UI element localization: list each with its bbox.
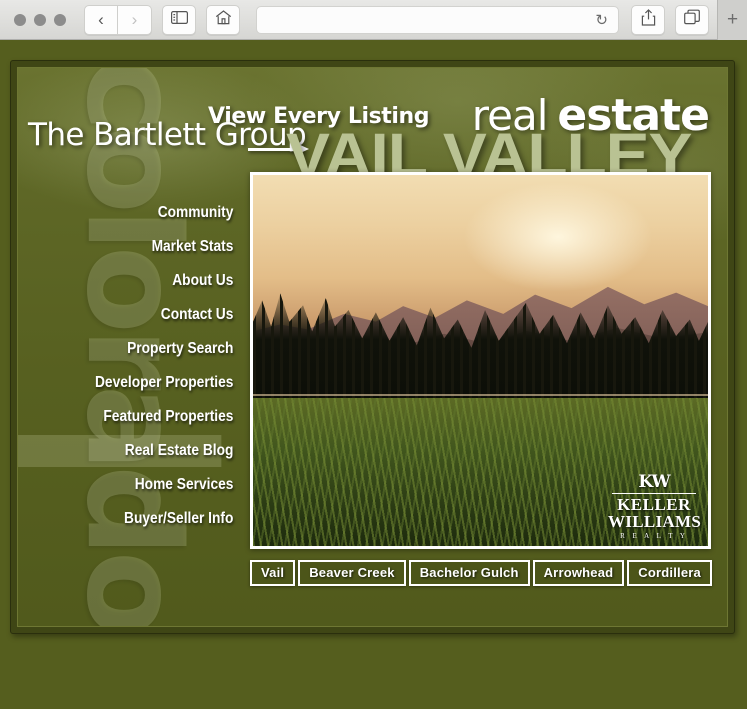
nav-item-buyer-seller-info[interactable]: Buyer/Seller Info — [49, 502, 242, 536]
reload-icon[interactable]: ↻ — [595, 11, 608, 29]
tabs-icon — [684, 9, 700, 30]
sidebar-icon — [170, 10, 188, 29]
back-button[interactable]: ‹ — [84, 4, 118, 35]
share-button[interactable] — [631, 4, 665, 35]
area-button-beaver-creek[interactable]: Beaver Creek — [298, 560, 406, 586]
area-button-vail[interactable]: Vail — [250, 560, 296, 586]
nav-item-market-stats[interactable]: Market Stats — [49, 230, 242, 264]
nav-item-developer-properties[interactable]: Developer Properties — [49, 366, 242, 400]
close-window-button[interactable] — [14, 13, 26, 26]
browser-toolbar: ‹ › ↻ + — [0, 0, 747, 40]
share-icon — [641, 8, 656, 31]
kw-line-keller: KELLER — [617, 495, 691, 515]
keller-williams-logo: KW KELLER WILLIAMS R E A L T Y — [608, 472, 702, 540]
hero-photo: KW KELLER WILLIAMS R E A L T Y — [250, 172, 711, 549]
toolbar-right-buttons — [631, 4, 709, 35]
address-bar-wrapper: ↻ — [256, 5, 619, 34]
nav-item-real-estate-blog[interactable]: Real Estate Blog — [18, 434, 242, 468]
kw-line-williams: WILLIAMS — [608, 512, 702, 532]
area-button-arrowhead[interactable]: Arrowhead — [532, 560, 625, 586]
chevron-right-icon: › — [131, 10, 138, 29]
nav-item-property-search[interactable]: Property Search — [49, 332, 242, 366]
new-tab-button[interactable]: + — [717, 0, 747, 40]
main-navigation: Community Market Stats About Us Contact Us P… — [18, 196, 242, 536]
window-traffic-lights — [14, 13, 66, 26]
photo-shoreline — [253, 393, 708, 396]
site-frame: colorado View Every Listing The Bartlett… — [10, 60, 735, 634]
page-viewport: colorado View Every Listing The Bartlett… — [0, 40, 747, 709]
minimize-window-button[interactable] — [34, 13, 46, 26]
site-header: View Every Listing The Bartlett Group re… — [18, 68, 727, 189]
kw-line-realty: R E A L T Y — [620, 532, 688, 540]
nav-item-contact-us[interactable]: Contact Us — [49, 298, 242, 332]
sidebar-toggle-button[interactable] — [162, 4, 196, 35]
navigation-buttons: ‹ › — [84, 4, 152, 35]
home-button[interactable] — [206, 4, 240, 35]
nav-item-home-services[interactable]: Home Services — [49, 468, 242, 502]
photo-sunset-glow — [463, 182, 654, 293]
forward-button[interactable]: › — [118, 4, 152, 35]
zoom-window-button[interactable] — [54, 13, 66, 26]
nav-item-about-us[interactable]: About Us — [49, 264, 242, 298]
chevron-left-icon: ‹ — [98, 10, 104, 29]
show-tabs-button[interactable] — [675, 4, 709, 35]
kw-monogram-icon: KW — [638, 472, 670, 493]
home-icon — [215, 9, 232, 30]
nav-item-community[interactable]: Community — [49, 196, 242, 230]
nav-item-featured-properties[interactable]: Featured Properties — [49, 400, 242, 434]
area-button-cordillera[interactable]: Cordillera — [627, 560, 712, 586]
area-button-row: Vail Beaver Creek Bachelor Gulch Arrowhead C… — [250, 560, 712, 586]
address-bar[interactable]: ↻ — [256, 5, 619, 34]
area-button-bachelor-gulch[interactable]: Bachelor Gulch — [408, 560, 530, 586]
site-panel: colorado View Every Listing The Bartlett… — [17, 67, 728, 627]
kw-divider — [612, 493, 696, 495]
